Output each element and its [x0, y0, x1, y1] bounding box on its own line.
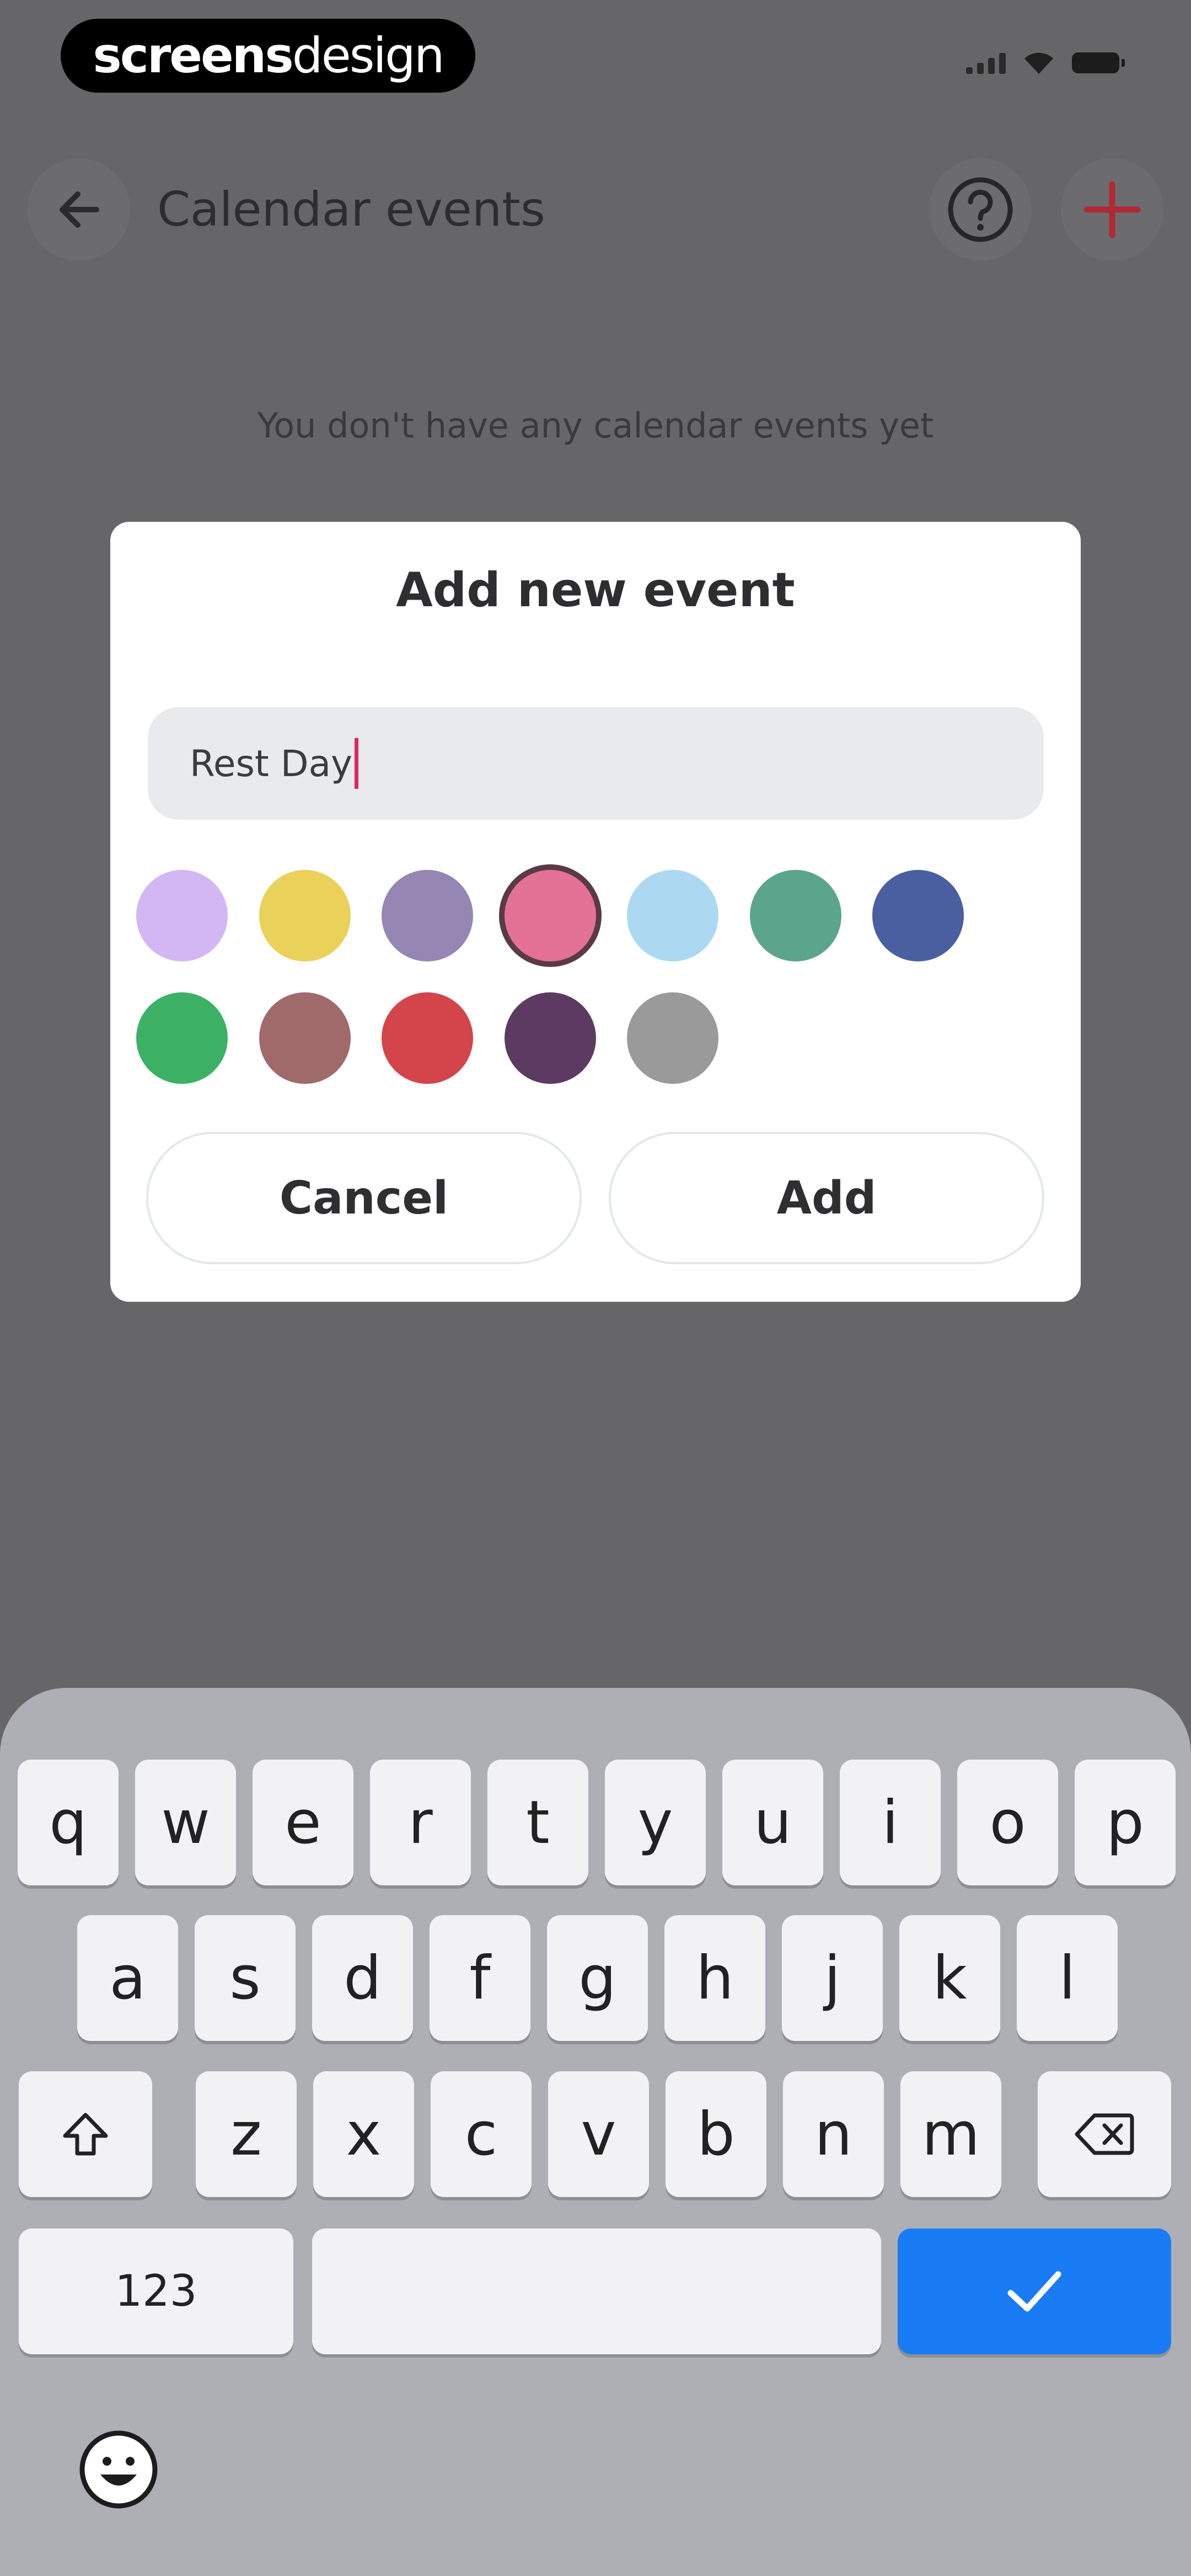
- page-title: Calendar events: [157, 182, 545, 237]
- event-name-input[interactable]: Rest Day: [148, 707, 1044, 820]
- key-w[interactable]: w: [135, 1760, 236, 1885]
- key-u[interactable]: u: [722, 1760, 823, 1885]
- color-swatch[interactable]: [749, 870, 841, 961]
- done-key[interactable]: [898, 2228, 1171, 2354]
- space-key[interactable]: [312, 2228, 881, 2354]
- color-swatch[interactable]: [504, 870, 596, 961]
- color-swatch[interactable]: [136, 870, 228, 961]
- key-k[interactable]: k: [899, 1915, 1000, 2041]
- key-v[interactable]: v: [548, 2071, 649, 2197]
- key-i[interactable]: i: [840, 1760, 941, 1885]
- color-swatch[interactable]: [259, 870, 351, 961]
- back-button[interactable]: [28, 158, 130, 261]
- color-swatch[interactable]: [627, 992, 718, 1084]
- dialog-title: Add new event: [396, 563, 795, 618]
- shift-icon: [63, 2113, 108, 2156]
- shift-key[interactable]: [19, 2071, 152, 2197]
- key-f[interactable]: f: [430, 1915, 530, 2041]
- color-swatch[interactable]: [872, 870, 964, 961]
- key-c[interactable]: c: [431, 2071, 532, 2197]
- question-circle-icon: [948, 177, 1013, 242]
- arrow-left-icon: [60, 191, 99, 228]
- key-d[interactable]: d: [312, 1915, 413, 2041]
- key-q[interactable]: q: [18, 1760, 119, 1885]
- wifi-icon: [1024, 52, 1053, 74]
- empty-state-message: You don't have any calendar events yet: [257, 405, 934, 446]
- event-name-value: Rest Day: [190, 742, 353, 785]
- key-r[interactable]: r: [370, 1760, 471, 1885]
- key-n[interactable]: n: [783, 2071, 884, 2197]
- key-a[interactable]: a: [77, 1915, 178, 2041]
- color-swatch[interactable]: [259, 992, 351, 1084]
- key-t[interactable]: t: [487, 1760, 588, 1885]
- color-swatch[interactable]: [382, 992, 473, 1084]
- status-icons: [966, 51, 1125, 75]
- key-b[interactable]: b: [666, 2071, 766, 2197]
- emoji-icon: [79, 2430, 158, 2509]
- color-swatch[interactable]: [504, 992, 596, 1084]
- key-h[interactable]: h: [664, 1915, 765, 2041]
- signal-icon: [966, 52, 1006, 74]
- add-button[interactable]: Add: [609, 1132, 1044, 1264]
- screensdesign-logo: screens design: [61, 19, 475, 93]
- add-event-button[interactable]: [1061, 158, 1163, 261]
- numbers-key[interactable]: 123: [19, 2228, 293, 2354]
- key-s[interactable]: s: [195, 1915, 296, 2041]
- color-swatch[interactable]: [627, 870, 718, 961]
- help-button[interactable]: [929, 158, 1032, 261]
- color-swatch[interactable]: [136, 992, 228, 1084]
- cancel-button[interactable]: Cancel: [146, 1132, 582, 1264]
- brand-light-text: design: [292, 27, 445, 84]
- delete-key[interactable]: [1038, 2071, 1171, 2197]
- battery-icon: [1072, 52, 1125, 73]
- key-z[interactable]: z: [196, 2071, 297, 2197]
- brand-bold-text: screens: [93, 27, 293, 84]
- plus-icon: [1083, 181, 1141, 238]
- color-swatch[interactable]: [382, 870, 473, 961]
- emoji-button[interactable]: [77, 2428, 160, 2511]
- key-j[interactable]: j: [782, 1915, 883, 2041]
- key-m[interactable]: m: [900, 2071, 1001, 2197]
- checkmark-icon: [1007, 2271, 1061, 2312]
- key-y[interactable]: y: [605, 1760, 706, 1885]
- key-e[interactable]: e: [253, 1760, 353, 1885]
- key-o[interactable]: o: [957, 1760, 1058, 1885]
- backspace-icon: [1075, 2113, 1134, 2155]
- text-cursor: [355, 738, 359, 789]
- key-x[interactable]: x: [313, 2071, 414, 2197]
- key-g[interactable]: g: [547, 1915, 648, 2041]
- key-p[interactable]: p: [1075, 1760, 1176, 1885]
- key-l[interactable]: l: [1017, 1915, 1118, 2041]
